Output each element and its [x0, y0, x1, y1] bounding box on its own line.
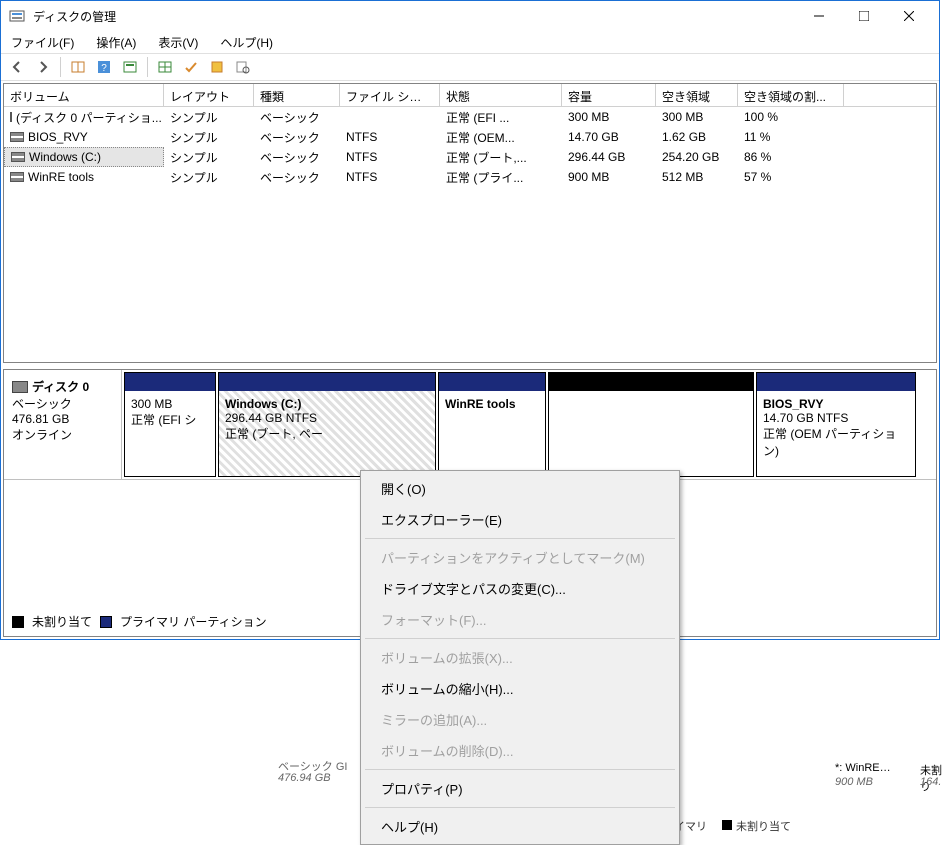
volume-list[interactable]: ボリューム レイアウト 種類 ファイル システム 状態 容量 空き領域 空き領域…: [3, 83, 937, 363]
legend-swatch-unallocated: [12, 616, 24, 628]
menu-view[interactable]: 表示(V): [154, 32, 202, 53]
back-button[interactable]: [5, 56, 29, 78]
volume-row[interactable]: WinRE toolsシンプルベーシックNTFS正常 (プライ...900 MB…: [4, 167, 936, 187]
cm-format: フォーマット(F)...: [361, 604, 679, 635]
disk-size: 476.81 GB: [12, 412, 113, 426]
volume-icon: [10, 132, 24, 142]
col-free[interactable]: 空き領域: [656, 84, 738, 106]
cm-change-drive-letter[interactable]: ドライブ文字とパスの変更(C)...: [361, 573, 679, 604]
bg-fragment: 476.94 GB: [278, 772, 331, 784]
cm-properties[interactable]: プロパティ(P): [361, 773, 679, 804]
toolbar-icon[interactable]: [205, 56, 229, 78]
close-button[interactable]: [886, 1, 931, 31]
legend: 未割り当て プライマリ パーティション: [12, 613, 267, 630]
help-icon[interactable]: ?: [92, 56, 116, 78]
disk-info[interactable]: ディスク 0 ベーシック 476.81 GB オンライン: [4, 370, 122, 479]
titlebar[interactable]: ディスクの管理: [1, 1, 939, 31]
toolbar-icon[interactable]: [118, 56, 142, 78]
partition[interactable]: BIOS_RVY14.70 GB NTFS正常 (OEM パーティション): [756, 372, 916, 477]
partition[interactable]: [548, 372, 754, 477]
disk-row: ディスク 0 ベーシック 476.81 GB オンライン 300 MB正常 (E…: [4, 370, 936, 480]
cm-separator: [365, 638, 675, 639]
window-title: ディスクの管理: [33, 8, 796, 25]
col-status[interactable]: 状態: [440, 84, 562, 106]
cm-explorer[interactable]: エクスプローラー(E): [361, 504, 679, 535]
partition[interactable]: 300 MB正常 (EFI シ: [124, 372, 216, 477]
menu-action[interactable]: 操作(A): [92, 32, 140, 53]
toolbar-icon[interactable]: [153, 56, 177, 78]
cm-shrink[interactable]: ボリュームの縮小(H)...: [361, 673, 679, 704]
legend-primary: プライマリ パーティション: [120, 613, 267, 630]
bg-fragment: *: WinRE…: [835, 762, 891, 774]
app-icon: [9, 8, 25, 24]
bg-fragment: 900 MB: [835, 776, 873, 788]
svg-text:?: ?: [101, 63, 107, 74]
toolbar-separator: [60, 57, 61, 77]
cm-help[interactable]: ヘルプ(H): [361, 811, 679, 842]
volume-row[interactable]: (ディスク 0 パーティショ...シンプルベーシック正常 (EFI ...300…: [4, 107, 936, 127]
disk-icon: [12, 381, 28, 393]
col-layout[interactable]: レイアウト: [164, 84, 254, 106]
disk-type: ベーシック: [12, 395, 113, 412]
disk-label: ディスク 0: [32, 378, 89, 395]
forward-button[interactable]: [31, 56, 55, 78]
volume-icon: [11, 152, 25, 162]
cm-mark-active: パーティションをアクティブとしてマーク(M): [361, 542, 679, 573]
cm-extend: ボリュームの拡張(X)...: [361, 642, 679, 673]
partitions: 300 MB正常 (EFI シWindows (C:)296.44 GB NTF…: [122, 370, 936, 479]
disk-state: オンライン: [12, 426, 113, 443]
cm-add-mirror: ミラーの追加(A)...: [361, 704, 679, 735]
volume-list-header: ボリューム レイアウト 種類 ファイル システム 状態 容量 空き領域 空き領域…: [4, 84, 936, 107]
minimize-button[interactable]: [796, 1, 841, 31]
menubar: ファイル(F) 操作(A) 表示(V) ヘルプ(H): [1, 31, 939, 53]
context-menu: 開く(O) エクスプローラー(E) パーティションをアクティブとしてマーク(M)…: [360, 470, 680, 845]
partition[interactable]: WinRE tools: [438, 372, 546, 477]
legend-swatch-primary: [100, 616, 112, 628]
cm-separator: [365, 769, 675, 770]
cm-separator: [365, 538, 675, 539]
volume-row[interactable]: BIOS_RVYシンプルベーシックNTFS正常 (OEM...14.70 GB1…: [4, 127, 936, 147]
volume-icon: [10, 172, 24, 182]
col-fs[interactable]: ファイル システム: [340, 84, 440, 106]
cm-separator: [365, 807, 675, 808]
partition[interactable]: Windows (C:)296.44 GB NTFS正常 (ブート, ペー: [218, 372, 436, 477]
toolbar-icon[interactable]: [179, 56, 203, 78]
toolbar-icon[interactable]: [231, 56, 255, 78]
toolbar: ?: [1, 53, 939, 81]
toolbar-separator: [147, 57, 148, 77]
menu-help[interactable]: ヘルプ(H): [216, 32, 277, 53]
cm-open[interactable]: 開く(O): [361, 473, 679, 504]
bg-fragment: 164.: [920, 776, 941, 788]
maximize-button[interactable]: [841, 1, 886, 31]
legend-unallocated: 未割り当て: [32, 613, 92, 630]
col-capacity[interactable]: 容量: [562, 84, 656, 106]
cm-delete: ボリュームの削除(D)...: [361, 735, 679, 766]
col-type[interactable]: 種類: [254, 84, 340, 106]
volume-row[interactable]: Windows (C:)シンプルベーシックNTFS正常 (ブート,...296.…: [4, 147, 936, 167]
bg-fragment: 未割り当て: [722, 818, 791, 834]
col-volume[interactable]: ボリューム: [4, 84, 164, 106]
col-freepct[interactable]: 空き領域の割...: [738, 84, 844, 106]
window-controls: [796, 1, 931, 31]
volume-icon: [10, 112, 12, 122]
menu-file[interactable]: ファイル(F): [7, 32, 78, 53]
toolbar-icon[interactable]: [66, 56, 90, 78]
